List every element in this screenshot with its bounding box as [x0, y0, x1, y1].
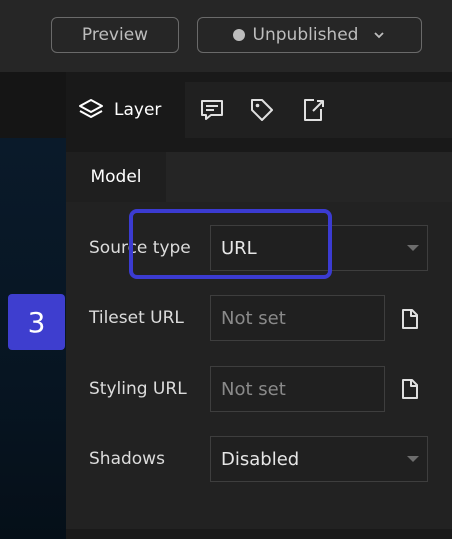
- styling-url-input[interactable]: Not set: [210, 366, 385, 412]
- shadows-select[interactable]: Disabled: [210, 436, 428, 482]
- tab-layer[interactable]: Layer: [66, 82, 185, 138]
- shadows-label: Shadows: [89, 449, 165, 469]
- dropdown-caret-icon: [407, 456, 419, 462]
- shadows-value: Disabled: [221, 448, 300, 470]
- styling-url-placeholder: Not set: [221, 378, 286, 400]
- dropdown-caret-icon: [407, 245, 419, 251]
- layers-icon: [79, 99, 103, 118]
- tab-comments[interactable]: [192, 82, 232, 138]
- top-bar: Preview Unpublished: [0, 0, 452, 72]
- tileset-url-input[interactable]: Not set: [210, 295, 385, 341]
- tab-model[interactable]: Model: [66, 152, 166, 202]
- subtab-bar: Model: [66, 152, 452, 202]
- tab-model-label: Model: [90, 167, 142, 187]
- tag-icon: [251, 99, 273, 121]
- tab-layer-label: Layer: [114, 100, 162, 120]
- preview-button[interactable]: Preview: [51, 17, 179, 53]
- publish-label: Unpublished: [252, 25, 359, 45]
- tab-tags[interactable]: [242, 82, 282, 138]
- file-icon[interactable]: [400, 308, 420, 330]
- status-dot-icon: [232, 29, 245, 41]
- comment-icon: [201, 100, 223, 120]
- tutorial-highlight: [129, 209, 332, 279]
- layer-panel: Layer Model Source type URL Tileset URL …: [66, 72, 452, 539]
- step-badge: 3: [8, 294, 65, 350]
- export-icon: [304, 99, 324, 121]
- publish-status-button[interactable]: Unpublished: [197, 17, 422, 53]
- step-number: 3: [27, 305, 46, 339]
- tileset-url-label: Tileset URL: [89, 308, 184, 328]
- tab-export[interactable]: [293, 82, 333, 138]
- preview-label: Preview: [81, 25, 149, 45]
- file-icon[interactable]: [400, 378, 420, 400]
- panel-footer: [66, 529, 452, 539]
- styling-url-label: Styling URL: [89, 379, 187, 399]
- tileset-url-placeholder: Not set: [221, 307, 286, 329]
- panel-tabs: Layer: [66, 82, 452, 138]
- chevron-down-icon: [374, 32, 385, 39]
